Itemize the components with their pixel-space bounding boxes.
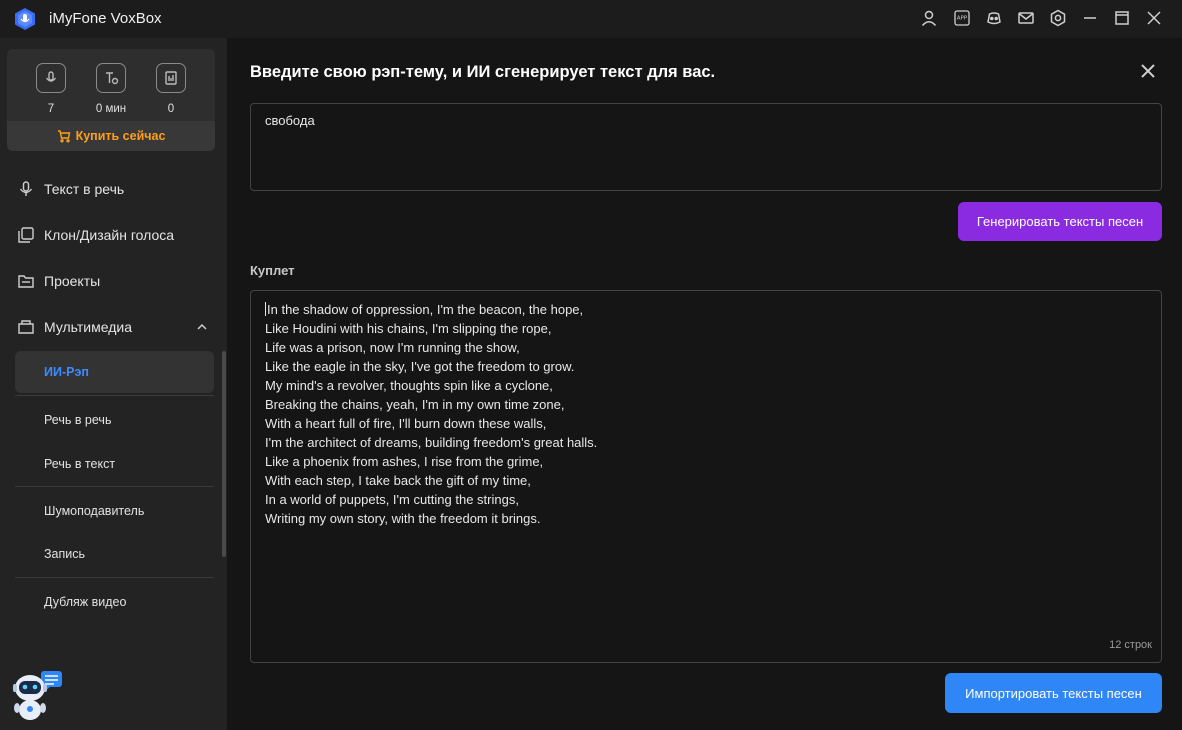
rap-topic-input[interactable]: свобода <box>250 103 1162 191</box>
user-icon[interactable] <box>919 8 939 28</box>
sub-item-speech-to-speech[interactable]: Речь в речь <box>15 399 214 441</box>
buy-now-button[interactable]: Купить сейчас <box>7 121 215 151</box>
folder-icon <box>18 275 34 288</box>
stat-value: 0 <box>167 103 175 115</box>
stats-card: 7 0 мин 0 Купить сейчас <box>7 49 215 151</box>
maximize-icon[interactable] <box>1112 8 1132 28</box>
main-panel: Введите свою рэп-тему, и ИИ сгенерирует … <box>227 38 1182 730</box>
sub-item-label: Запись <box>44 547 86 561</box>
lyric-line: Like Houdini with his chains, I'm slippi… <box>265 321 552 336</box>
text-cursor <box>265 302 266 316</box>
title-bar: iMyFone VoxBox APP <box>0 0 1182 38</box>
divider <box>15 577 214 578</box>
stat-value: 0 мин <box>95 103 127 115</box>
generate-lyrics-button[interactable]: Генерировать тексты песен <box>958 202 1162 241</box>
app-icon-text: APP <box>957 16 968 22</box>
stat-files: 0 <box>141 63 201 115</box>
sub-item-ai-rap[interactable]: ИИ-Рэп <box>15 351 214 393</box>
microphone-icon <box>19 181 33 196</box>
stat-value: 7 <box>47 103 55 115</box>
chevron-up-icon[interactable] <box>196 321 208 333</box>
nav-voice-clone[interactable]: Клон/Дизайн голоса <box>0 215 227 255</box>
text-time-icon <box>96 63 126 93</box>
media-icon <box>18 320 34 334</box>
import-lyrics-button[interactable]: Импортировать тексты песен <box>945 673 1162 713</box>
lyric-line: In the shadow of oppression, I'm the bea… <box>265 302 584 317</box>
lyric-line: Like a phoenix from ashes, I rise from t… <box>265 454 544 469</box>
buy-now-label: Купить сейчас <box>75 129 166 143</box>
page-title: Введите свою рэп-тему, и ИИ сгенерирует … <box>250 63 716 81</box>
nav-text-to-speech[interactable]: Текст в речь <box>0 169 227 209</box>
lyric-line: Writing my own story, with the freedom i… <box>265 511 541 526</box>
nav-multimedia[interactable]: Мультимедиа <box>0 307 227 347</box>
lyric-line: My mind's a revolver, thoughts spin like… <box>265 378 553 393</box>
voice-char-icon <box>36 63 66 93</box>
sub-item-label: Дубляж видео <box>44 595 127 609</box>
nav-label: Мультимедиа <box>44 319 132 335</box>
app-icon[interactable]: APP <box>952 8 972 28</box>
nav-label: Текст в речь <box>44 181 125 197</box>
app-logo-icon <box>15 8 35 30</box>
assistant-robot-icon[interactable] <box>10 670 64 722</box>
verse-label: Куплет <box>250 263 295 278</box>
lyric-line: With a heart full of fire, I'll burn dow… <box>265 416 547 431</box>
lyric-line: In a world of puppets, I'm cutting the s… <box>265 492 519 507</box>
divider <box>15 486 214 487</box>
lyric-line: Like the eagle in the sky, I've got the … <box>265 359 575 374</box>
files-icon <box>156 63 186 93</box>
app-title: iMyFone VoxBox <box>49 10 162 27</box>
stat-characters: 7 <box>21 63 81 115</box>
sidebar: 7 0 мин 0 Купить сейчас Текст в речь Кло… <box>0 38 227 730</box>
sub-item-noise-reducer[interactable]: Шумоподавитель <box>15 490 214 532</box>
lyric-line: Breaking the chains, yeah, I'm in my own… <box>265 397 565 412</box>
minimize-icon[interactable] <box>1080 8 1100 28</box>
nav-label: Клон/Дизайн голоса <box>44 227 175 243</box>
close-icon <box>1141 64 1155 78</box>
lyric-line: I'm the architect of dreams, building fr… <box>265 435 598 450</box>
sub-item-label: Шумоподавитель <box>44 504 145 518</box>
sidebar-scrollbar[interactable] <box>222 351 226 557</box>
sub-item-record[interactable]: Запись <box>15 533 214 575</box>
sub-item-label: Речь в текст <box>44 457 116 471</box>
stat-time: 0 мин <box>81 63 141 115</box>
mail-icon[interactable] <box>1016 8 1036 28</box>
settings-icon[interactable] <box>1048 8 1068 28</box>
lyric-line: Life was a prison, now I'm running the s… <box>265 340 520 355</box>
lyric-line: With each step, I take back the gift of … <box>265 473 531 488</box>
divider <box>15 395 214 396</box>
sub-item-video-dubbing[interactable]: Дубляж видео <box>15 581 214 623</box>
line-count: 12 строк <box>1109 639 1152 651</box>
sub-item-speech-to-text[interactable]: Речь в текст <box>15 443 214 485</box>
sub-item-label: ИИ-Рэп <box>44 365 89 379</box>
nav-label: Проекты <box>44 273 101 289</box>
nav-projects[interactable]: Проекты <box>0 261 227 301</box>
clone-icon <box>18 227 34 243</box>
close-window-icon[interactable] <box>1144 8 1164 28</box>
sub-item-label: Речь в речь <box>44 413 112 427</box>
close-panel-button[interactable] <box>1137 60 1159 82</box>
lyrics-textarea[interactable]: In the shadow of oppression, I'm the bea… <box>250 290 1162 663</box>
discord-icon[interactable] <box>984 8 1004 28</box>
cart-icon <box>57 130 70 143</box>
